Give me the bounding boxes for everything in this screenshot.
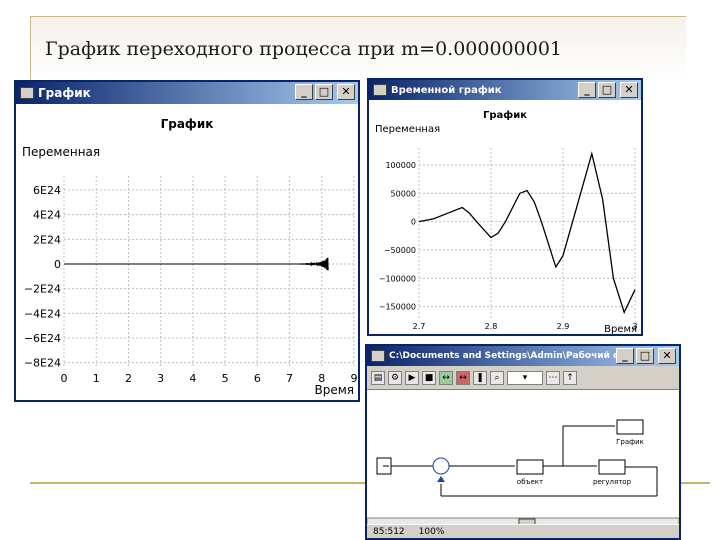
plot-grid — [418, 148, 636, 318]
plot-canvas-main: График Переменная Время 6E24 4E24 2E24 0 −2E… — [22, 117, 358, 397]
y-tick-label: 4E24 — [33, 209, 61, 222]
x-tick-label: 2 — [125, 372, 132, 385]
y-tick-label: 100000 — [385, 161, 416, 170]
summator-marker — [437, 476, 445, 482]
connect-icon[interactable]: ↔ — [439, 370, 453, 385]
x-axis-label: Время — [314, 383, 354, 397]
window-app-icon — [371, 350, 385, 362]
window-app-icon — [373, 84, 387, 96]
x-tick-label: 6 — [254, 372, 261, 385]
graph-block-label: График — [616, 438, 644, 446]
run-icon[interactable]: ▶ — [405, 370, 419, 385]
series-line — [418, 151, 636, 315]
disconnect-icon[interactable]: ↔ — [456, 370, 470, 385]
window-titlebar[interactable]: График _ □ ✕ — [16, 82, 358, 104]
y-axis-label: Переменная — [375, 124, 440, 135]
plot-title: График — [483, 109, 527, 121]
y-tick-label: −100000 — [379, 274, 416, 283]
maximize-button[interactable]: □ — [315, 84, 333, 100]
object-block[interactable] — [516, 459, 544, 475]
x-tick-label: 2.9 — [557, 322, 570, 331]
up-icon[interactable]: ↑ — [563, 370, 577, 385]
y-tick-label: −6E24 — [24, 332, 61, 345]
window-titlebar[interactable]: Временной график _ □ ✕ — [369, 80, 641, 100]
x-tick-label: 1 — [93, 372, 100, 385]
plot-grid — [63, 176, 355, 368]
maximize-button[interactable]: □ — [598, 82, 616, 98]
y-tick-label: 2E24 — [33, 233, 61, 246]
graph-block[interactable] — [616, 419, 644, 435]
y-tick-labels: 100000 50000 0 −50000 −100000 −150000 — [379, 161, 416, 312]
y-tick-label: 50000 — [391, 189, 416, 198]
x-tick-labels: 0 1 2 3 4 5 6 7 8 9 — [61, 372, 358, 385]
x-tick-label: 3 — [632, 322, 637, 331]
y-tick-label: −50000 — [384, 246, 416, 255]
x-tick-label: 9 — [351, 372, 358, 385]
window-app-icon — [20, 87, 34, 99]
y-tick-label: −150000 — [379, 303, 416, 312]
y-tick-labels: 6E24 4E24 2E24 0 −2E24 −4E24 −6E24 −8E24 — [24, 184, 61, 370]
window-title: Временной график — [391, 84, 502, 96]
zoom-select[interactable]: ▾ — [507, 370, 543, 385]
x-tick-label: 3 — [157, 372, 164, 385]
plot-window-main[interactable]: График _ □ ✕ График Переменная Время 6E2… — [14, 80, 360, 402]
y-tick-label: −4E24 — [24, 307, 61, 320]
minimize-button[interactable]: _ — [578, 82, 596, 98]
diagram-canvas[interactable]: объект График регулятор — [367, 392, 679, 532]
regulator-block-label: регулятор — [593, 478, 632, 486]
y-tick-label: 0 — [411, 218, 416, 227]
plot-title: График — [161, 117, 214, 131]
y-tick-label: −2E24 — [24, 283, 61, 296]
x-tick-label: 8 — [318, 372, 325, 385]
status-coords: 85:512 — [373, 526, 405, 537]
decor-line-right — [680, 482, 710, 484]
close-button[interactable]: ✕ — [620, 82, 638, 98]
x-tick-label: 2.7 — [413, 322, 426, 331]
editor-toolbar: ▤ ⚙ ▶ ■ ↔ ↔ ❚ ⌕ ▾ ⋯ ↑ — [367, 366, 679, 390]
y-tick-label: −8E24 — [24, 357, 61, 370]
decor-line-left — [30, 482, 365, 484]
plot-canvas-zoom: График Переменная Время 100000500000−500… — [375, 109, 638, 335]
model-editor-window[interactable]: C:\Documents and Settings\Admin\Рабочий … — [365, 344, 681, 540]
y-tick-label: 6E24 — [33, 184, 61, 197]
status-zoom: 100% — [418, 526, 445, 537]
window-title: C:\Documents and Settings\Admin\Рабочий … — [389, 351, 629, 361]
window-titlebar[interactable]: C:\Documents and Settings\Admin\Рабочий … — [367, 346, 679, 366]
y-tick-label: 0 — [54, 258, 61, 271]
plot-window-zoom[interactable]: Временной график _ □ ✕ График Переменная… — [367, 78, 643, 336]
zoom-icon[interactable]: ⌕ — [490, 370, 504, 385]
x-tick-label: 2.8 — [485, 322, 498, 331]
status-bar: 85:512 100% — [367, 524, 679, 538]
maximize-button[interactable]: □ — [636, 348, 654, 364]
object-block-label: объект — [517, 478, 543, 486]
grid-icon[interactable]: ⋯ — [546, 370, 560, 385]
close-button[interactable]: ✕ — [658, 348, 676, 364]
settings-icon[interactable]: ⚙ — [388, 370, 402, 385]
y-axis-label: Переменная — [22, 145, 100, 159]
slide-title: График переходного процесса при m=0.0000… — [45, 38, 562, 60]
minimize-button[interactable]: _ — [295, 84, 313, 100]
pause-icon[interactable]: ❚ — [473, 370, 487, 385]
x-tick-label: 4 — [189, 372, 196, 385]
summator-block[interactable] — [432, 457, 450, 475]
window-title: График — [38, 86, 91, 100]
x-tick-label: 5 — [222, 372, 229, 385]
x-tick-label: 0 — [61, 372, 68, 385]
close-button[interactable]: ✕ — [337, 84, 355, 100]
minimize-button[interactable]: _ — [616, 348, 634, 364]
stop-icon[interactable]: ■ — [422, 370, 436, 385]
series-line — [64, 257, 329, 271]
x-tick-label: 7 — [286, 372, 293, 385]
regulator-block[interactable] — [598, 459, 626, 475]
open-icon[interactable]: ▤ — [371, 370, 385, 385]
